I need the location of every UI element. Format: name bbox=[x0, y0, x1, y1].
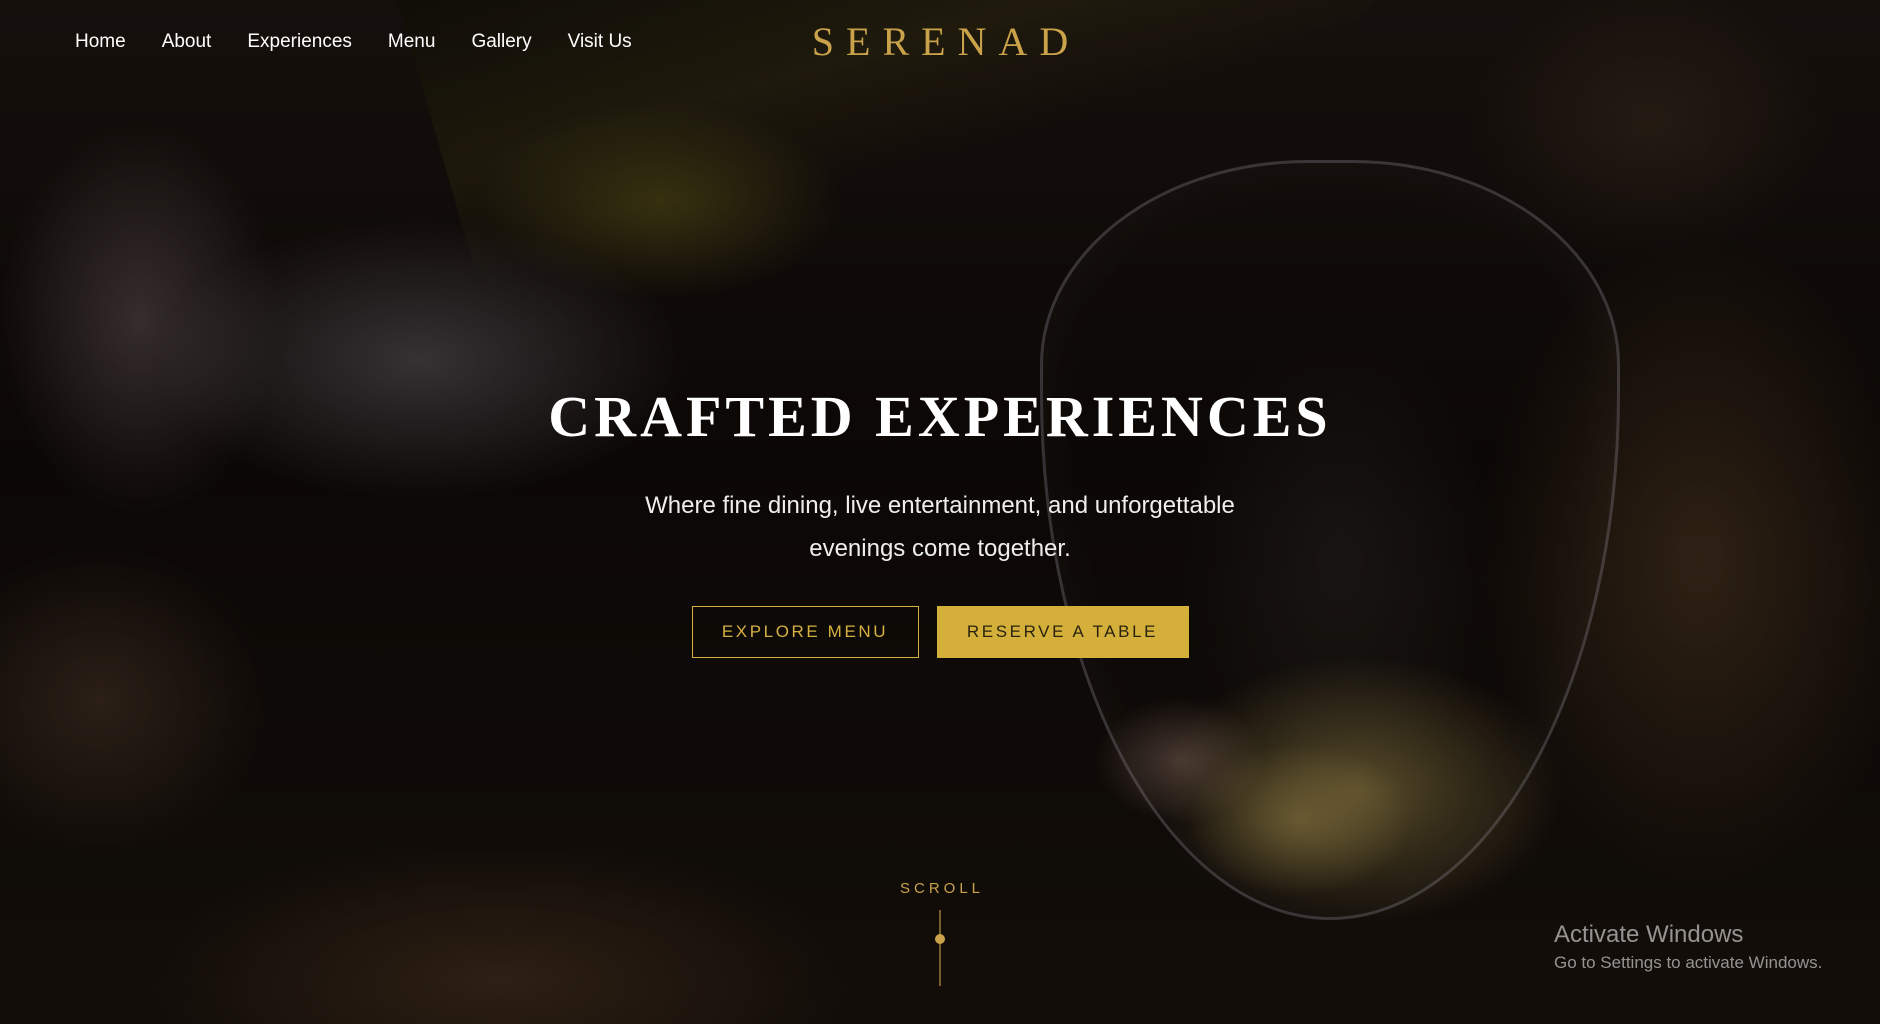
activation-title: Activate Windows bbox=[1554, 921, 1744, 948]
hero-cta-group: EXPLORE MENU RESERVE A TABLE bbox=[0, 606, 1880, 658]
hero-subheadline: Where fine dining, live entertainment, a… bbox=[645, 492, 1235, 562]
scroll-dot-icon bbox=[935, 934, 945, 944]
activation-subtitle: Go to Settings to activate Windows. bbox=[1554, 953, 1823, 972]
scroll-label[interactable]: SCROLL bbox=[0, 880, 1880, 897]
reserve-table-button[interactable]: RESERVE A TABLE bbox=[936, 606, 1189, 658]
hero-section: Home About Experiences Menu Gallery Visi… bbox=[0, 0, 1880, 1024]
brand-logo[interactable]: SERENAD bbox=[0, 18, 1880, 65]
explore-menu-button[interactable]: EXPLORE MENU bbox=[691, 606, 919, 658]
scroll-line-icon bbox=[939, 910, 941, 986]
hero-headline: CRAFTED EXPERIENCES bbox=[548, 384, 1332, 449]
windows-activation-watermark: Activate Windows Go to Settings to activ… bbox=[1554, 920, 1822, 976]
